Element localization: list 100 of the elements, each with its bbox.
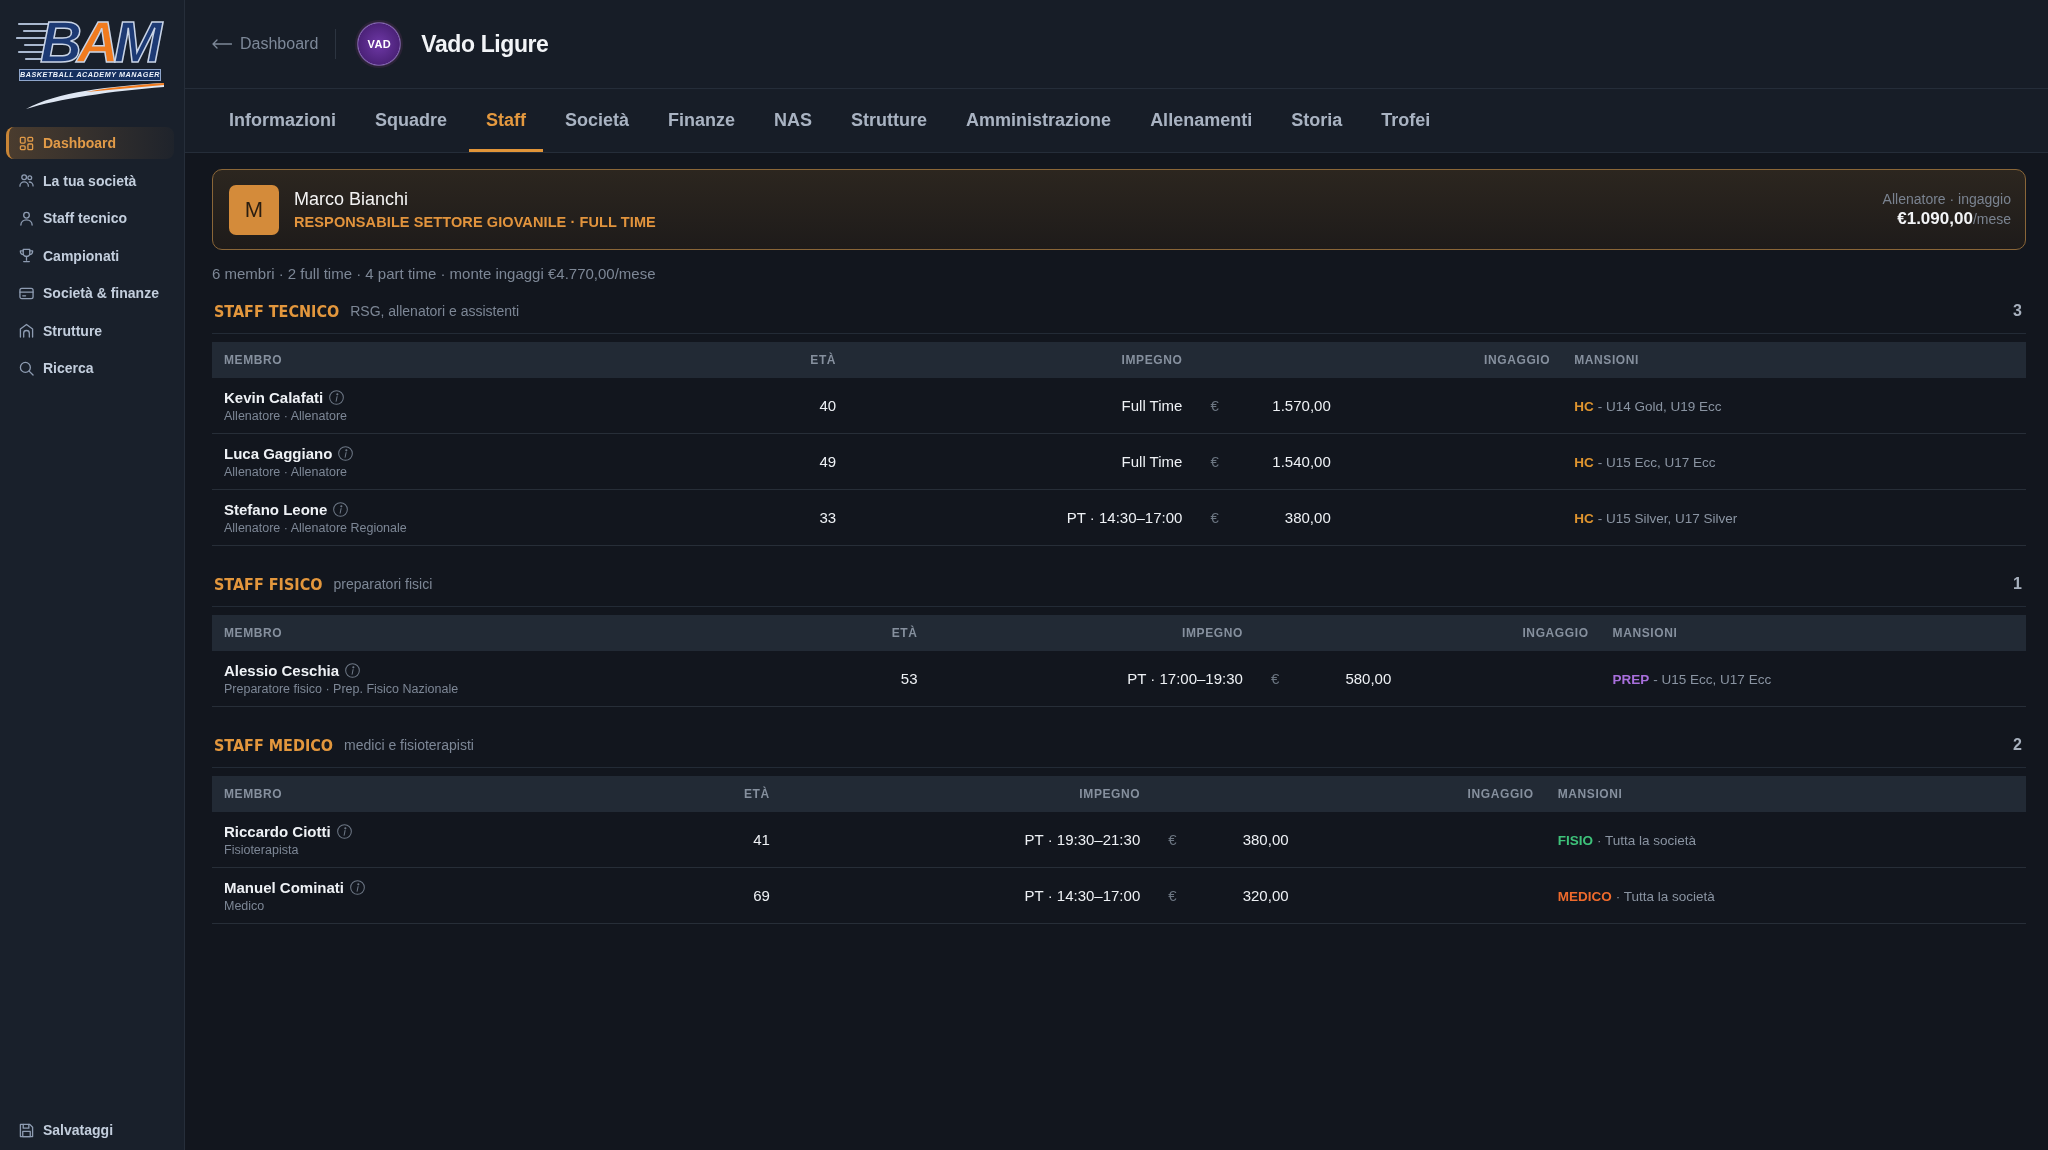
card-icon [19,285,34,301]
member-name: Manuel Cominati [224,878,344,896]
duty-detail: · Tutta la società [1596,833,1697,848]
currency-symbol: € [1270,670,1280,687]
member-role: Allenatore · Allenatore Regionale [224,520,408,535]
duty-detail: · Tutta la società [1615,889,1715,904]
member-role: Fisioterapista [224,842,300,857]
schedule-value: Full Time [1121,397,1183,414]
tab[interactable]: Trofei [1364,89,1448,152]
sidebar-item[interactable]: Campionati [6,239,174,272]
info-icon[interactable] [329,389,345,405]
arrow-left-icon [212,39,232,49]
sidebar-item[interactable]: Staff tecnico [6,202,174,234]
age-value: 53 [900,670,918,687]
column-header: MANSIONI [1557,787,1623,801]
member-name: Stefano Leone [224,500,328,518]
duty-role: PREP [1612,672,1650,687]
sidebar-item[interactable]: Ricerca [6,352,174,384]
person-icon [19,210,34,226]
tab[interactable]: Strutture [834,89,945,152]
tab[interactable]: Informazioni [212,89,353,152]
sidebar-item[interactable]: Società & finanze [6,277,174,309]
tab[interactable]: Allenamenti [1133,89,1270,152]
age-value: 41 [753,831,770,848]
duty-detail: - U14 Gold, U19 Ecc [1597,399,1722,414]
schedule-value: PT · 14:30–17:00 [1066,509,1183,526]
currency-symbol: € [1168,831,1177,848]
tab[interactable]: Squadre [358,89,465,152]
duty-role: HC [1574,455,1594,470]
column-header: MEMBRO [224,787,283,801]
info-icon[interactable] [338,445,354,461]
member-role: Allenatore · Allenatore [224,464,348,479]
duty-role: MEDICO [1557,889,1612,904]
currency-symbol: € [1210,453,1219,470]
age-value: 33 [819,509,837,526]
section-subtitle: RSG, allenatori e assistenti [350,303,520,319]
staff-name: Marco Bianchi [294,189,410,210]
info-icon[interactable] [333,501,349,517]
tab[interactable]: Finanze [651,89,753,152]
info-icon[interactable] [345,662,361,678]
column-header: ETÀ [744,787,770,801]
staff-summary: 6 membri · 2 full time · 4 part time · monte ingaggi €4.770,00/mese [212,264,657,284]
member-role: Preparatore fisico · Prep. Fisico Nazionale [224,681,460,696]
member-name: Riccardo Ciotti [224,822,331,840]
tab[interactable]: NAS [757,89,830,152]
column-header: MEMBRO [224,626,283,640]
club-name: Vado Ligure [421,30,549,58]
salary-amount: 380,00 [1242,831,1289,848]
tab[interactable]: Storia [1274,89,1360,152]
duty-role: HC [1574,511,1594,526]
schedule-value: PT · 17:00–19:30 [1127,670,1243,687]
currency-symbol: € [1168,887,1177,904]
salary-amount: 320,00 [1242,887,1289,904]
salary-amount: €1.090,00 [1897,208,1973,229]
salary-period: /mese [1972,210,2011,227]
currency-symbol: € [1210,397,1219,414]
sidebar-item[interactable]: Strutture [6,314,174,347]
member-role: Allenatore · Allenatore [224,408,348,423]
section-subtitle: preparatori fisici [333,576,433,592]
schedule-value: PT · 19:30–21:30 [1024,831,1141,848]
people-icon [19,173,34,188]
age-value: 49 [819,453,837,470]
initial-avatar: M [229,184,279,235]
column-header: ETÀ [810,353,837,367]
salary-amount: 580,00 [1345,670,1392,687]
back-link[interactable]: Dashboard [212,35,319,53]
tab[interactable]: Amministrazione [949,89,1129,152]
salary-label: Allenatore · ingaggio [1882,190,2011,207]
column-header: MANSIONI [1574,353,1639,367]
sidebar-item[interactable]: Dashboard [6,127,174,159]
column-header: INGAGGIO [1467,787,1534,801]
schedule-value: PT · 14:30–17:00 [1024,887,1141,904]
tab[interactable]: Staff [469,89,544,152]
info-icon[interactable] [350,879,365,895]
tab[interactable]: Società [548,89,647,152]
member-role: Medico [224,898,266,913]
column-header: ETÀ [891,626,918,640]
column-header: IMPEGNO [1182,626,1243,640]
section-title: STAFF MEDICO [214,735,334,755]
sidebar-item[interactable]: La tua società [6,164,174,197]
currency-symbol: € [1210,509,1219,526]
member-name: Kevin Calafati [224,388,324,406]
member-count: 2 [2013,736,2022,754]
house-icon [19,323,34,338]
trophy-icon [19,248,34,263]
duty-role: FISIO [1557,833,1593,848]
column-header: INGAGGIO [1522,626,1589,640]
info-icon[interactable] [336,823,352,839]
column-header: IMPEGNO [1121,353,1183,367]
sidebar-item[interactable]: Salvataggi [6,1114,174,1146]
column-header: IMPEGNO [1079,787,1141,801]
salary-amount: 1.540,00 [1272,453,1331,470]
section-subtitle: medici e fisioterapisti [344,737,474,753]
search-icon [19,360,34,376]
member-name: Alessio Ceschia [224,661,340,679]
club-logo: VAD [355,20,404,68]
duty-detail: - U15 Silver, U17 Silver [1597,511,1738,526]
salary-amount: 1.570,00 [1272,397,1331,414]
member-count: 1 [2013,575,2022,593]
duty-detail: - U15 Ecc, U17 Ecc [1597,455,1716,470]
